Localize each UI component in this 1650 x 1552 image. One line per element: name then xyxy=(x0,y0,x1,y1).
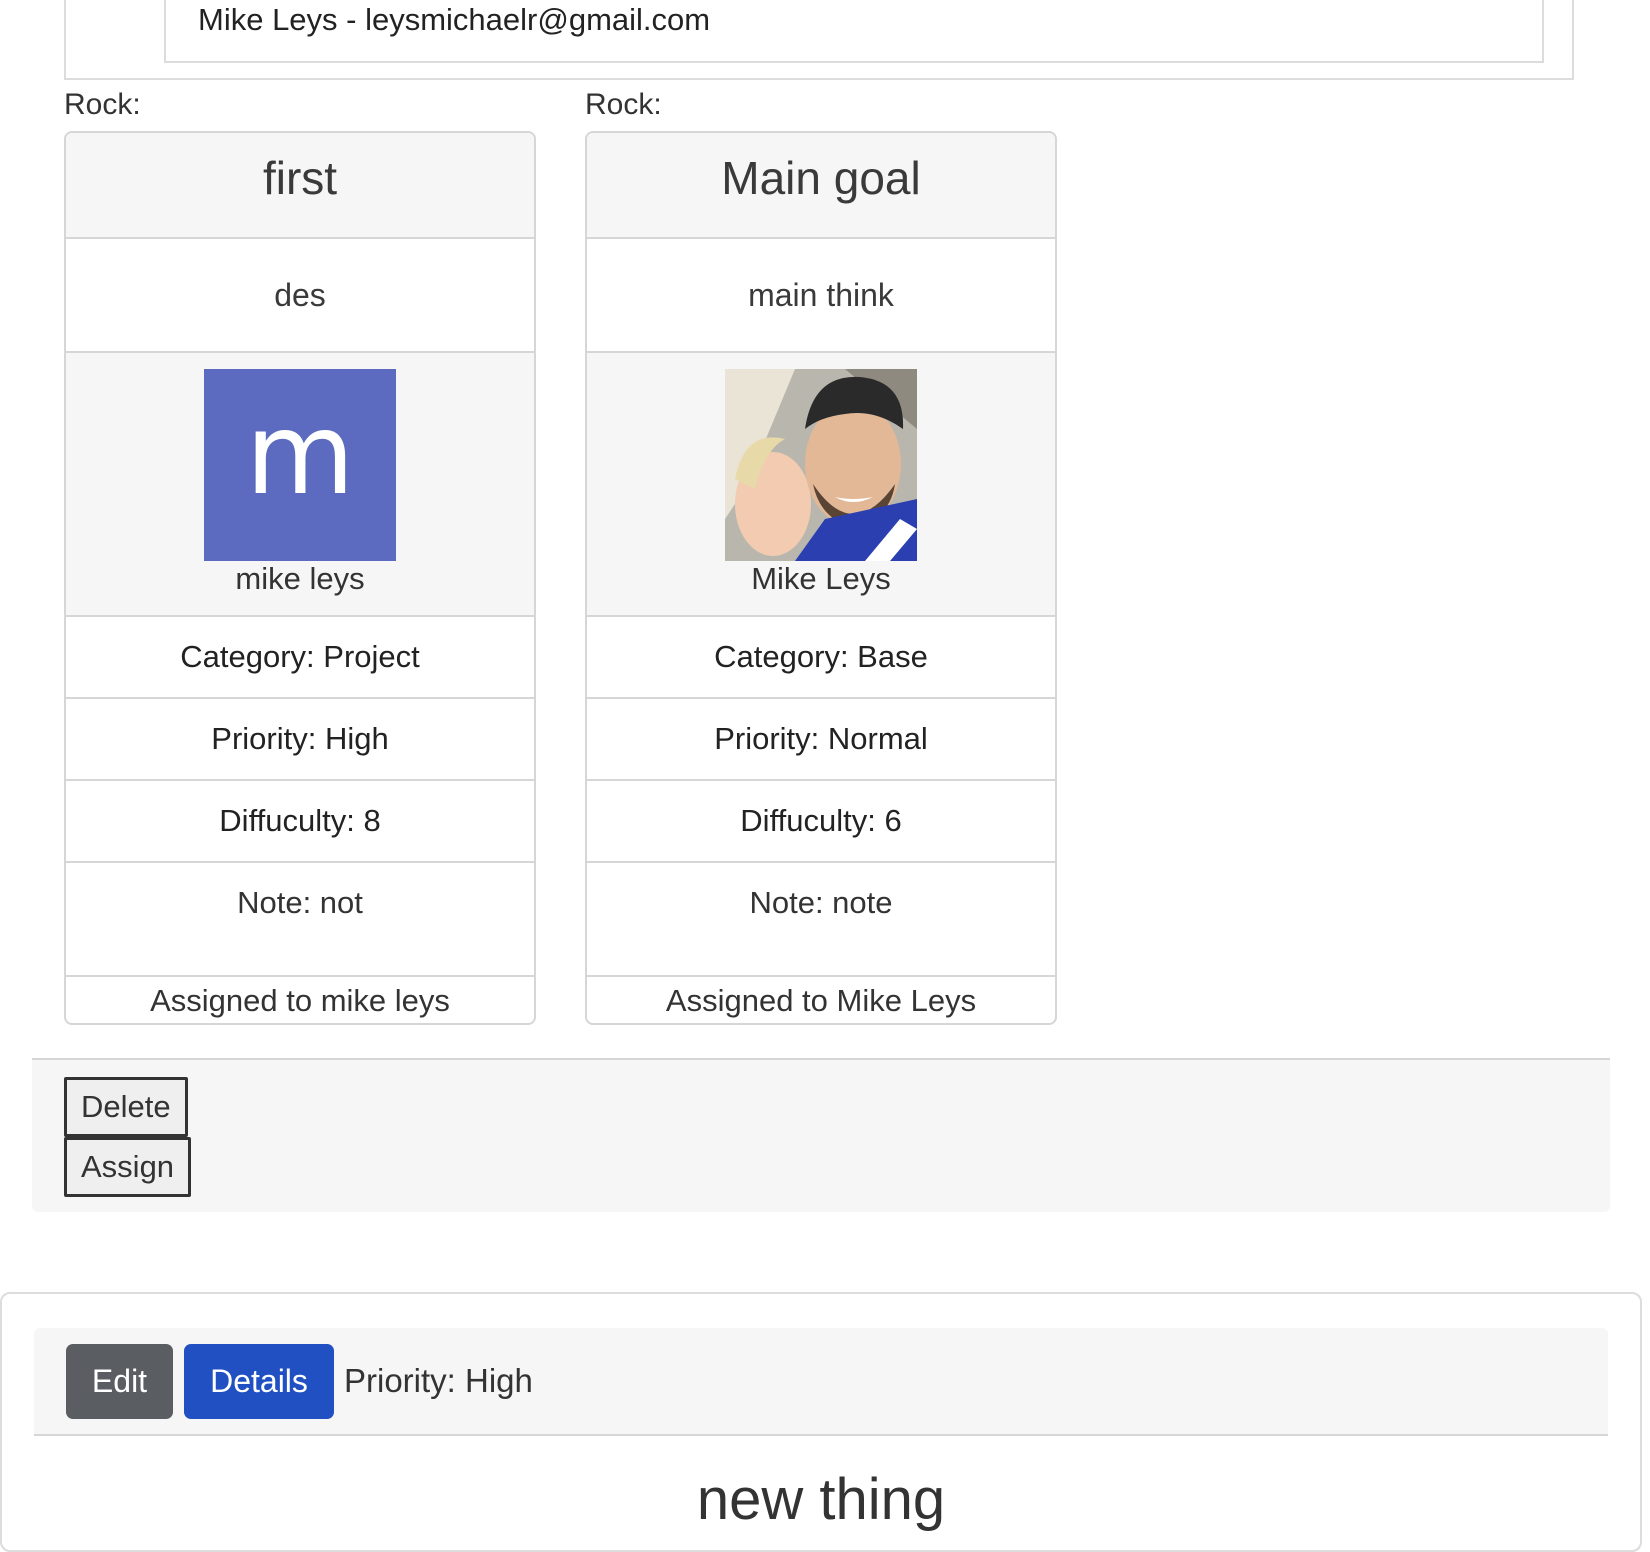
edit-button[interactable]: Edit xyxy=(66,1344,173,1419)
rock-label: Rock: xyxy=(64,88,141,121)
owner-name: Mike Leys xyxy=(751,561,891,596)
rock-note: Note: not xyxy=(66,863,534,977)
next-item-title: new thing xyxy=(696,1467,946,1532)
rock-difficulty: Diffuculty: 8 xyxy=(66,781,534,863)
rock-category: Category: Project xyxy=(66,617,534,699)
rock-priority: Priority: Normal xyxy=(587,699,1055,781)
next-item-header: Edit Details Priority: High xyxy=(34,1328,1608,1436)
delete-button[interactable]: Delete xyxy=(64,1077,188,1137)
next-item-priority: Priority: High xyxy=(344,1362,533,1399)
rock-note: Note: note xyxy=(587,863,1055,977)
rock-owner: Mike Leys xyxy=(587,353,1055,617)
assign-button[interactable]: Assign xyxy=(64,1137,192,1197)
next-item-card: Edit Details Priority: High new thing xyxy=(0,1292,1642,1552)
rock-card: Main goal main think Mike Leys Category:… xyxy=(585,131,1057,1025)
contact-box: Mike Leys - leysmichaelr@gmail.com xyxy=(164,0,1544,63)
rock-actions-bar: Delete Assign xyxy=(32,1058,1610,1212)
rock-title: first xyxy=(66,133,534,239)
rock-label: Rock: xyxy=(585,88,662,121)
contact-line: Mike Leys - leysmichaelr@gmail.com xyxy=(198,2,711,37)
rock-assignee: Assigned to Mike Leys xyxy=(665,983,977,1018)
rock-priority: Priority: High xyxy=(66,699,534,781)
rock-description: main think xyxy=(587,239,1055,353)
details-button[interactable]: Details xyxy=(184,1344,334,1419)
rock-difficulty: Diffuculty: 6 xyxy=(587,781,1055,863)
owner-name: mike leys xyxy=(235,561,365,596)
rock-category: Category: Base xyxy=(587,617,1055,699)
contact-panel: Mike Leys - leysmichaelr@gmail.com xyxy=(64,0,1574,80)
rock-card: first des m mike leys Category: Project … xyxy=(64,131,536,1025)
rock-description: des xyxy=(66,239,534,353)
rock-assignee: Assigned to mike leys xyxy=(150,983,450,1018)
rock-owner: m mike leys xyxy=(66,353,534,617)
rock-title: Main goal xyxy=(587,133,1055,239)
avatar: m xyxy=(204,369,396,561)
avatar-photo xyxy=(725,369,917,561)
